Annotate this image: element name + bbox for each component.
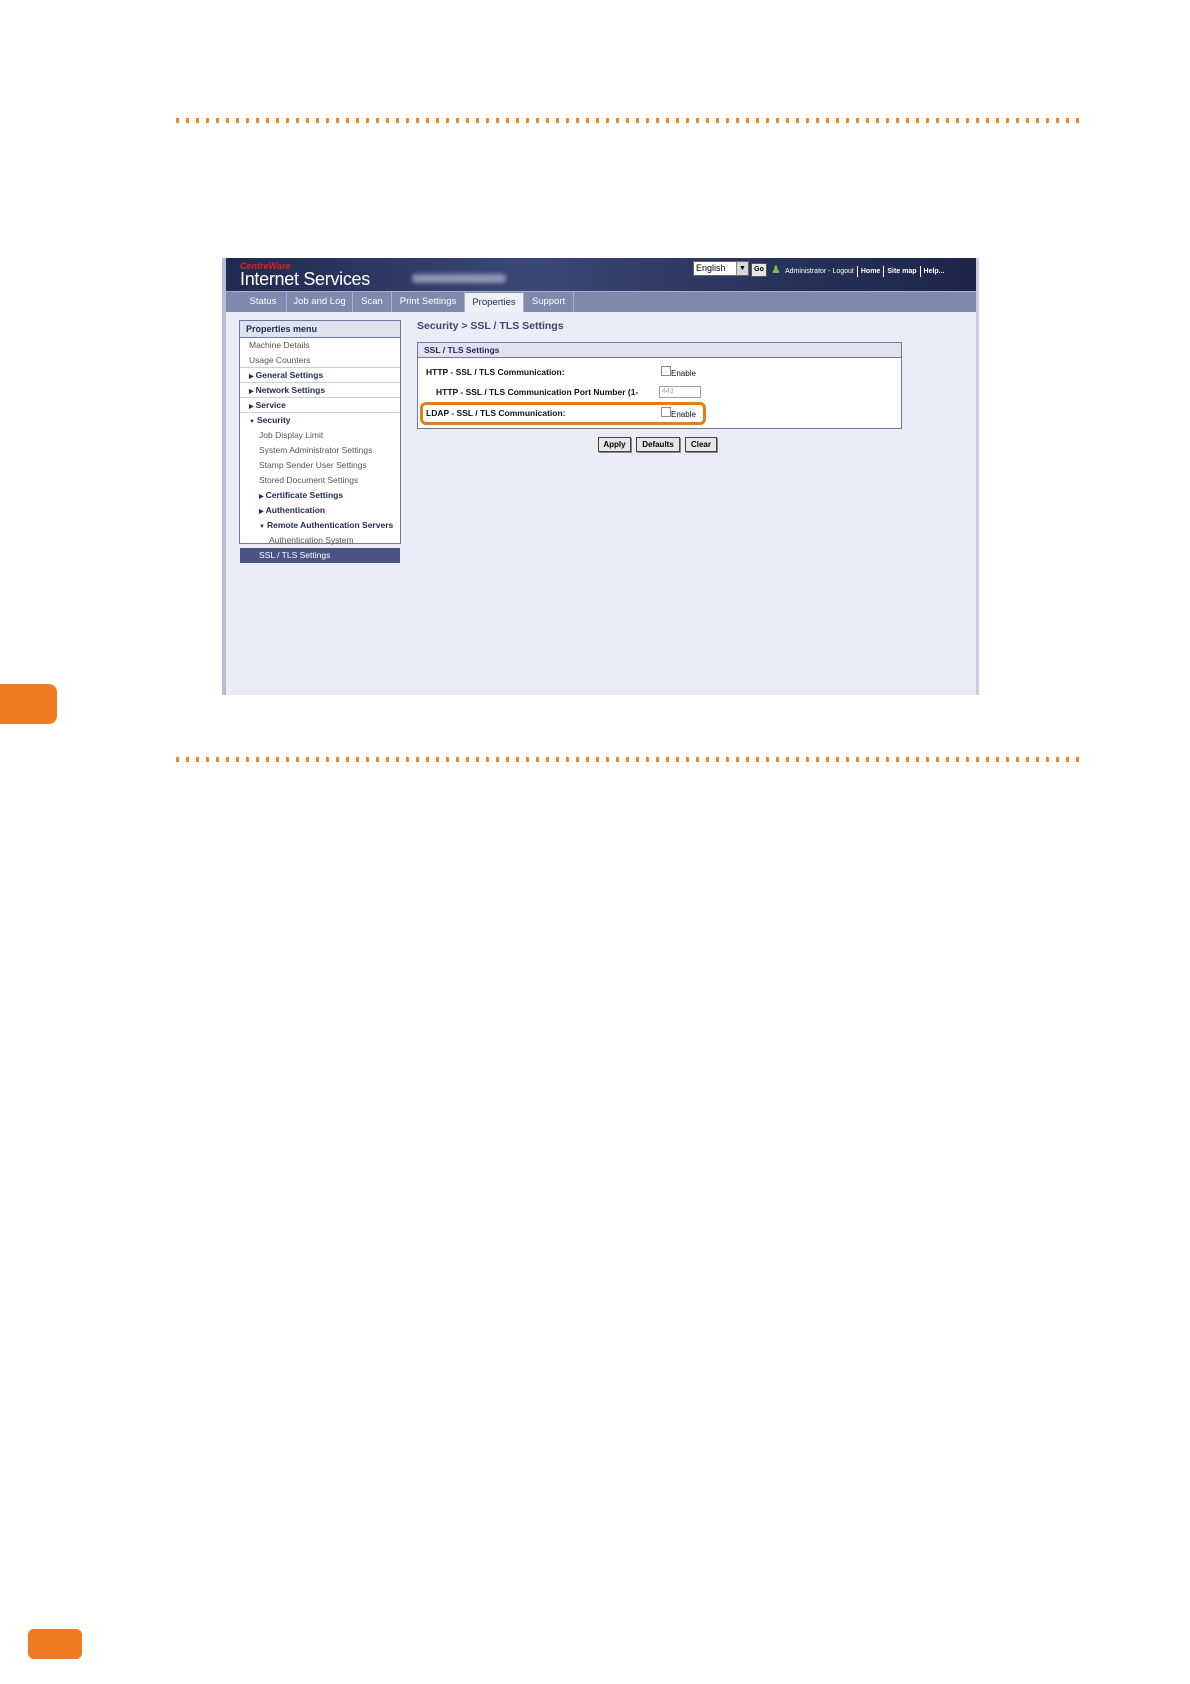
app-header: CentreWare Internet Services English ▼ G… <box>226 258 976 291</box>
menu-item-general-settings[interactable]: ▶ General Settings <box>240 368 400 383</box>
properties-menu: Properties menu Machine Details Usage Co… <box>239 320 401 563</box>
blurred-device-name <box>412 274 506 283</box>
home-link[interactable]: Home <box>861 268 880 275</box>
menu-item-system-admin-settings[interactable]: System Administrator Settings <box>240 443 400 458</box>
menu-item-usage-counters[interactable]: Usage Counters <box>240 353 400 368</box>
menu-item-stored-document-settings[interactable]: Stored Document Settings <box>240 473 400 488</box>
ldap-ssl-enable-label: Enable <box>671 410 696 419</box>
chevron-down-icon[interactable]: ▼ <box>736 262 748 275</box>
help-link[interactable]: Help... <box>924 268 945 275</box>
ssl-tls-panel: SSL / TLS Settings HTTP - SSL / TLS Comm… <box>417 342 902 429</box>
chevron-right-icon: ▶ <box>249 374 254 380</box>
menu-item-ssl-tls-settings[interactable]: SSL / TLS Settings <box>240 548 400 563</box>
ldap-ssl-label: LDAP - SSL / TLS Communication: <box>426 408 566 418</box>
http-port-input[interactable]: 443 <box>659 386 701 398</box>
tab-support[interactable]: Support <box>524 292 574 312</box>
site-map-link[interactable]: Site map <box>887 268 916 275</box>
dotted-divider-top <box>176 118 1083 123</box>
menu-item-remote-auth-servers[interactable]: ▼ Remote Authentication Servers <box>240 518 400 533</box>
page-number-tab <box>28 1629 82 1659</box>
chevron-right-icon: ▶ <box>249 389 254 395</box>
menu-item-network-settings[interactable]: ▶ Network Settings <box>240 383 400 398</box>
http-ssl-enable-label: Enable <box>671 369 696 378</box>
tab-job-and-log[interactable]: Job and Log <box>287 292 353 312</box>
menu-item-authentication-system[interactable]: Authentication System <box>240 533 400 548</box>
menu-item-certificate-settings[interactable]: ▶ Certificate Settings <box>240 488 400 503</box>
clear-button[interactable]: Clear <box>685 437 717 452</box>
top-links: Administrator - Logout Home Site map Help..… <box>785 266 948 277</box>
menu-item-machine-details[interactable]: Machine Details <box>240 338 400 353</box>
ldap-ssl-enable-checkbox[interactable] <box>661 407 671 417</box>
chevron-right-icon: ▶ <box>259 509 264 515</box>
menu-item-job-display-limit[interactable]: Job Display Limit <box>240 428 400 443</box>
user-icon: ♟ <box>771 263 781 276</box>
chevron-down-icon: ▼ <box>249 419 255 425</box>
defaults-button[interactable]: Defaults <box>636 437 680 452</box>
go-button[interactable]: Go <box>751 263 767 277</box>
chapter-side-tab <box>0 684 57 724</box>
screenshot-frame: CentreWare Internet Services English ▼ G… <box>222 258 979 695</box>
chevron-right-icon: ▶ <box>249 404 254 410</box>
http-ssl-label: HTTP - SSL / TLS Communication: <box>426 367 565 377</box>
menu-item-stamp-sender-user-settings[interactable]: Stamp Sender User Settings <box>240 458 400 473</box>
language-select[interactable]: English ▼ <box>693 261 749 276</box>
tab-scan[interactable]: Scan <box>353 292 392 312</box>
tab-status[interactable]: Status <box>240 292 287 312</box>
menu-item-authentication[interactable]: ▶ Authentication <box>240 503 400 518</box>
chevron-right-icon: ▶ <box>259 494 264 500</box>
panel-title: SSL / TLS Settings <box>418 343 901 358</box>
apply-button[interactable]: Apply <box>598 437 631 452</box>
tab-print-settings[interactable]: Print Settings <box>392 292 465 312</box>
breadcrumb: Security > SSL / TLS Settings <box>417 320 564 332</box>
logout-link[interactable]: Administrator - Logout <box>785 268 854 275</box>
http-ssl-enable-checkbox[interactable] <box>661 366 671 376</box>
app-title: Internet Services <box>240 269 370 289</box>
http-port-label: HTTP - SSL / TLS Communication Port Numb… <box>436 387 639 397</box>
chevron-down-icon: ▼ <box>259 524 265 530</box>
tab-properties[interactable]: Properties <box>465 293 524 312</box>
menu-title: Properties menu <box>240 321 400 338</box>
menu-item-service[interactable]: ▶ Service <box>240 398 400 413</box>
language-value: English <box>696 263 726 273</box>
dotted-divider-bottom <box>176 757 1083 762</box>
tab-bar: Status Job and Log Scan Print Settings P… <box>226 291 976 312</box>
menu-item-security[interactable]: ▼ Security <box>240 413 400 428</box>
